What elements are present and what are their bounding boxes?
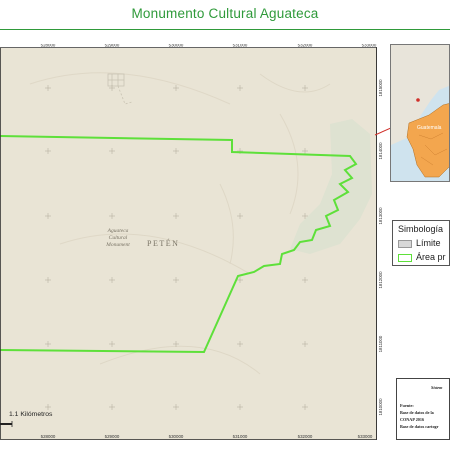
bottom-tick-label: 528000 <box>41 434 56 439</box>
notes-header: Sistem <box>431 385 443 390</box>
scale-label: 1.1 Kilómetros <box>9 411 53 418</box>
right-tick-label: 1811000 <box>378 335 383 352</box>
notes-line: CONAP 2016 <box>400 417 425 422</box>
right-tick-label: 1813000 <box>378 207 383 225</box>
locator-map[interactable]: Guatemala <box>390 44 450 182</box>
notes-line: Base de datos de la <box>400 410 434 415</box>
page-title: Monumento Cultural Aguateca <box>131 6 319 21</box>
notes-line: Fuente: <box>400 403 414 408</box>
bottom-tick-label: 533000 <box>358 434 373 439</box>
bottom-tick-label: 532000 <box>298 434 313 439</box>
title-divider <box>0 29 450 30</box>
top-tick-label: 532000 <box>298 44 313 48</box>
legend-swatch-limite <box>398 239 412 248</box>
legend-box: Simbología Límite Área pr <box>392 220 450 266</box>
notes-line: Base de datos cartogr <box>400 424 439 429</box>
main-map-canvas[interactable]: 528000 529000 530000 531000 532000 53300… <box>0 44 385 440</box>
legend-item-area: Área pr <box>398 252 446 264</box>
top-tick-label: 531000 <box>233 44 248 48</box>
legend-label: Área pr <box>416 252 446 262</box>
top-tick-label: 528000 <box>41 44 56 48</box>
legend-label: Límite <box>416 238 441 248</box>
locator-point-marker <box>416 98 420 102</box>
bottom-tick-label: 530000 <box>169 434 184 439</box>
department-label: PETÉN <box>147 238 179 248</box>
place-label-line: Cultural <box>109 235 128 241</box>
legend-swatch-area <box>398 253 412 262</box>
top-tick-label: 529000 <box>105 44 120 48</box>
place-label-line: Aguateca <box>107 228 129 234</box>
main-map[interactable]: 528000 529000 530000 531000 532000 53300… <box>0 44 385 440</box>
right-tick-label: 1810000 <box>378 398 383 416</box>
right-margin <box>377 44 385 440</box>
right-tick-label: 1812000 <box>378 271 383 289</box>
top-tick-label: 533000 <box>362 44 377 48</box>
place-label-line: Monument <box>105 242 130 248</box>
bottom-tick-label: 531000 <box>233 434 248 439</box>
locator-map-canvas: Guatemala <box>391 45 449 181</box>
legend-item-limite: Límite <box>398 238 441 250</box>
bottom-tick-label: 529000 <box>105 434 120 439</box>
top-tick-label: 530000 <box>169 44 184 48</box>
legend-title: Simbología <box>398 224 444 234</box>
right-tick-label: 1815000 <box>378 79 383 97</box>
right-tick-label: 1814000 <box>378 142 383 160</box>
locator-country-label: Guatemala <box>417 125 442 131</box>
source-notes-box: Sistem Fuente: Base de datos de la CONAP… <box>396 378 450 440</box>
